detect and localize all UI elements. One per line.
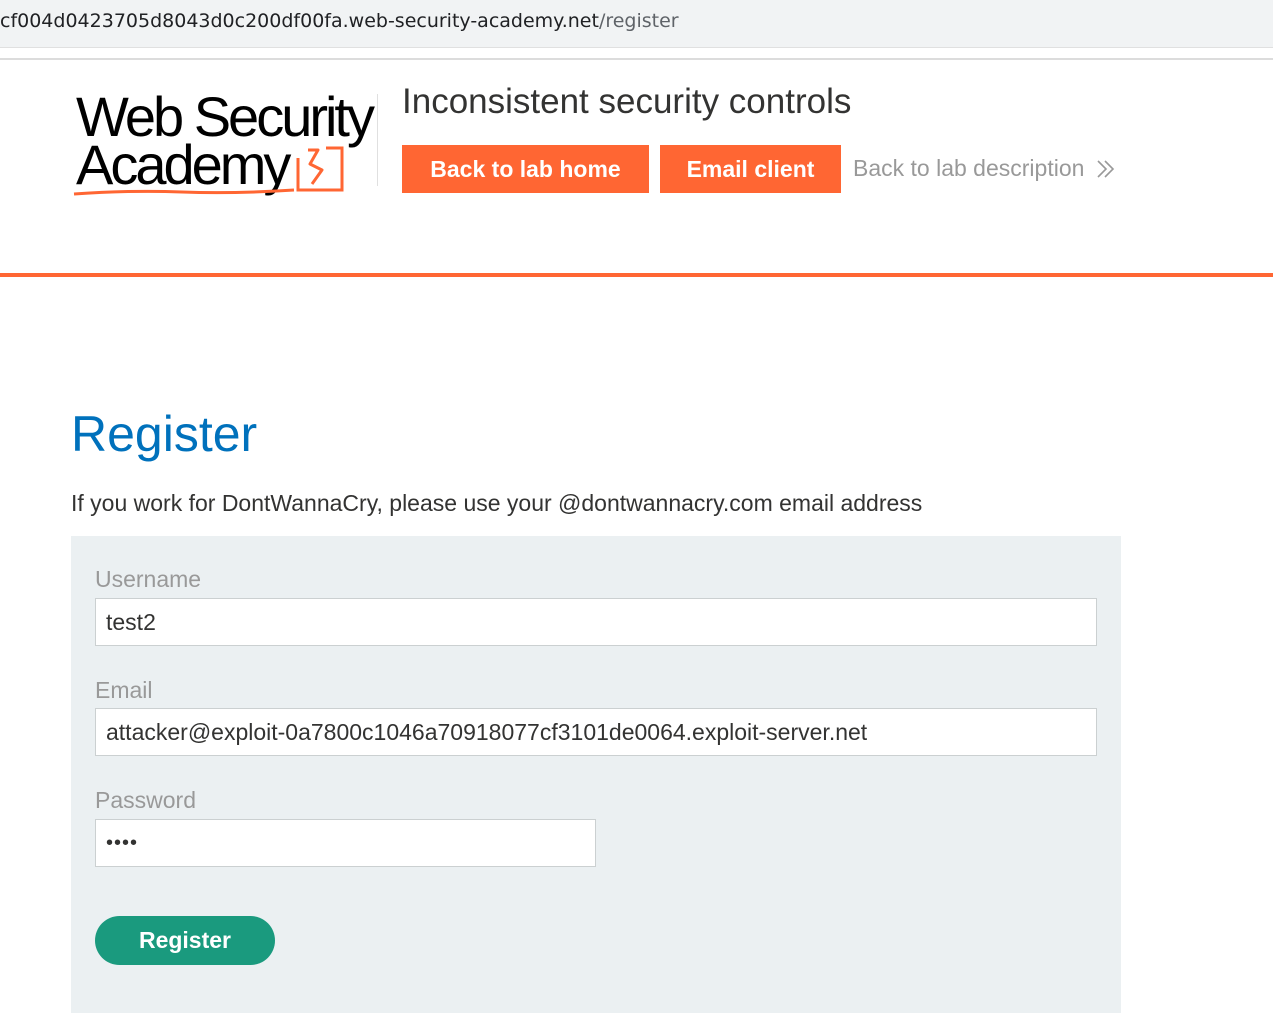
header-divider — [0, 273, 1273, 277]
logo-bolt-icon — [296, 146, 344, 192]
username-input[interactable]: test2 — [95, 598, 1097, 646]
email-client-button[interactable]: Email client — [660, 145, 841, 193]
email-label: Email — [95, 677, 153, 703]
web-security-academy-logo[interactable]: Web Security Academy — [72, 85, 382, 204]
back-to-lab-description-link[interactable]: Back to lab description — [853, 155, 1116, 182]
url-path: /register — [598, 10, 679, 32]
username-label: Username — [95, 566, 202, 592]
back-to-lab-home-button[interactable]: Back to lab home — [402, 145, 649, 193]
lab-title: Inconsistent security controls — [402, 82, 852, 121]
logo-divider — [377, 94, 378, 186]
back-to-lab-description-label: Back to lab description — [853, 155, 1085, 181]
address-bar-separator — [0, 58, 1273, 60]
register-button[interactable]: Register — [95, 916, 275, 965]
password-input[interactable]: •••• — [95, 819, 596, 867]
url-host: cf004d0423705d8043d0c200df00fa.web-secur… — [0, 10, 599, 32]
password-label: Password — [95, 787, 196, 813]
intro-text: If you work for DontWannaCry, please use… — [71, 490, 923, 516]
logo-text-line2: Academy — [76, 133, 291, 196]
email-input[interactable]: attacker@exploit-0a7800c1046a70918077cf3… — [95, 708, 1097, 756]
register-form: Username test2 Email attacker@exploit-0a… — [71, 536, 1121, 1013]
double-chevron-right-icon — [1097, 159, 1115, 178]
page-title: Register — [71, 406, 258, 462]
browser-address-bar[interactable]: cf004d0423705d8043d0c200df00fa.web-secur… — [0, 0, 1273, 48]
url-text[interactable]: cf004d0423705d8043d0c200df00fa.web-secur… — [0, 10, 679, 32]
